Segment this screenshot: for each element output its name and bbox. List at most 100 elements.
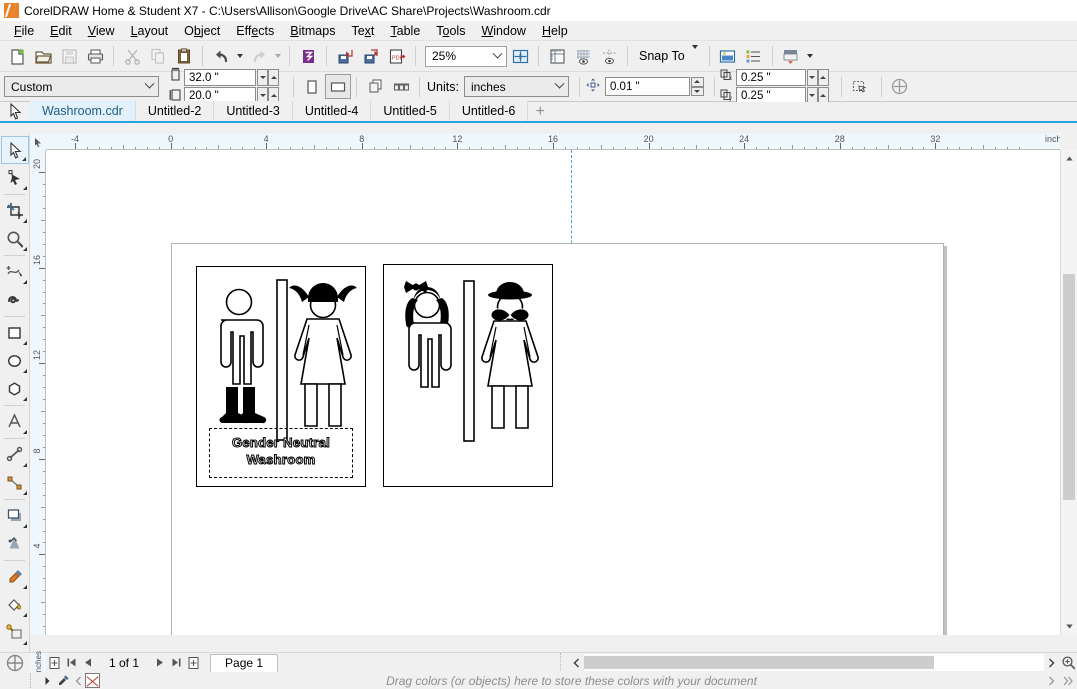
- tool-text[interactable]: [1, 408, 29, 436]
- nudge-down[interactable]: [690, 86, 704, 96]
- menu-view[interactable]: View: [80, 22, 123, 40]
- vertical-scroll-thumb[interactable]: [1063, 274, 1075, 500]
- nudge-distance-field[interactable]: 0.01 ": [604, 77, 690, 96]
- sign-right[interactable]: [383, 264, 553, 487]
- options-button[interactable]: [778, 44, 804, 69]
- previous-page-button[interactable]: [80, 654, 97, 672]
- menu-file[interactable]: File: [6, 22, 42, 40]
- menu-tools[interactable]: Tools: [428, 22, 473, 40]
- next-page-button[interactable]: [151, 654, 168, 672]
- page-width-field[interactable]: 32.0 ": [184, 69, 256, 86]
- rulers-toggle-button[interactable]: [544, 44, 570, 69]
- doc-tab-untitled-2[interactable]: Untitled-2: [135, 101, 215, 121]
- tool-shape[interactable]: [1, 164, 29, 192]
- nudge-up[interactable]: [690, 77, 704, 87]
- page-tab-page-1[interactable]: Page 1: [210, 653, 279, 672]
- tool-smart-fill[interactable]: [1, 286, 29, 314]
- hscroll-grip[interactable]: [560, 652, 567, 673]
- zoom-level-combobox[interactable]: 25%: [425, 45, 507, 67]
- last-page-button[interactable]: [168, 654, 185, 672]
- doc-tab-washroom[interactable]: Washroom.cdr: [30, 101, 136, 121]
- menu-object[interactable]: Object: [176, 22, 228, 40]
- menu-layout[interactable]: Layout: [123, 22, 177, 40]
- vertical-scrollbar[interactable]: [1060, 150, 1077, 635]
- horizontal-ruler[interactable]: -4 0 4 8 12 16 20 24 28 32 inches: [30, 134, 1060, 150]
- treat-as-filled-button[interactable]: [847, 74, 873, 99]
- tool-transparency[interactable]: [1, 530, 29, 558]
- duplicate-x-up[interactable]: [817, 69, 829, 86]
- open-document-button[interactable]: [30, 44, 56, 69]
- new-document-tab-button[interactable]: +: [528, 103, 552, 121]
- ruler-origin-button[interactable]: [30, 134, 46, 150]
- grid-toggle-button[interactable]: [570, 44, 596, 69]
- landscape-orientation-button[interactable]: [325, 74, 351, 99]
- tool-connector[interactable]: [1, 469, 29, 497]
- scroll-up-button[interactable]: [1061, 150, 1077, 167]
- add-page-end-button[interactable]: [185, 654, 202, 672]
- nudge-spinner[interactable]: [690, 77, 704, 96]
- page-preset-combobox[interactable]: Custom: [4, 76, 159, 97]
- page-width-down[interactable]: [257, 69, 268, 86]
- save-document-button[interactable]: [56, 44, 82, 69]
- palette-expand-icon[interactable]: [1059, 676, 1077, 686]
- scroll-right-button[interactable]: [1044, 657, 1059, 668]
- doc-tab-untitled-5[interactable]: Untitled-5: [371, 101, 450, 121]
- tool-color-eyedropper[interactable]: [1, 563, 29, 591]
- view-manager-button[interactable]: [715, 44, 741, 69]
- duplicate-x-down[interactable]: [806, 69, 818, 86]
- tool-rectangle[interactable]: [1, 319, 29, 347]
- text-selection-box[interactable]: Gender Neutral Washroom: [209, 428, 353, 478]
- doc-tab-untitled-6[interactable]: Untitled-6: [449, 101, 529, 121]
- copy-button[interactable]: [145, 44, 171, 69]
- object-manager-button[interactable]: [741, 44, 767, 69]
- no-fill-swatch[interactable]: [85, 673, 100, 688]
- tool-crop[interactable]: [1, 197, 29, 225]
- tool-zoom[interactable]: [1, 225, 29, 253]
- zoom-to-fit-button[interactable]: [1059, 655, 1077, 670]
- tool-outline[interactable]: [1, 619, 29, 647]
- export-button[interactable]: [358, 44, 384, 69]
- app-launcher-icon[interactable]: [0, 654, 30, 672]
- page-width-up[interactable]: [268, 69, 279, 86]
- redo-dropdown[interactable]: [272, 44, 284, 69]
- tool-polygon[interactable]: [1, 375, 29, 403]
- new-document-button[interactable]: [4, 44, 30, 69]
- tool-drop-shadow[interactable]: [1, 502, 29, 530]
- scroll-left-button[interactable]: [569, 657, 584, 668]
- tool-dimension[interactable]: [1, 441, 29, 469]
- tool-pick[interactable]: [0, 136, 29, 164]
- menu-window[interactable]: Window: [473, 22, 533, 40]
- current-page-button[interactable]: [388, 74, 414, 99]
- paste-button[interactable]: [171, 44, 197, 69]
- doc-tab-untitled-4[interactable]: Untitled-4: [292, 101, 372, 121]
- tool-freehand[interactable]: [1, 258, 29, 286]
- options-dropdown[interactable]: [804, 44, 816, 69]
- menu-edit[interactable]: Edit: [42, 22, 80, 40]
- redo-button[interactable]: [246, 44, 272, 69]
- print-button[interactable]: [82, 44, 108, 69]
- document-page[interactable]: Gender Neutral Washroom: [171, 243, 944, 635]
- vertical-ruler[interactable]: 20 16 12 8 4: [30, 150, 46, 635]
- palette-grip[interactable]: [30, 673, 38, 688]
- first-page-button[interactable]: [63, 654, 80, 672]
- doc-tab-untitled-3[interactable]: Untitled-3: [214, 101, 293, 121]
- tool-ellipse[interactable]: [1, 347, 29, 375]
- cut-button[interactable]: [119, 44, 145, 69]
- undo-button[interactable]: [208, 44, 234, 69]
- menu-help[interactable]: Help: [534, 22, 576, 40]
- all-pages-button[interactable]: [362, 74, 388, 99]
- horizontal-scroll-thumb[interactable]: [584, 656, 934, 669]
- palette-scroll-left-icon[interactable]: [72, 676, 85, 686]
- chevron-down-icon[interactable]: [141, 77, 158, 96]
- duplicate-x-field[interactable]: 0.25 ": [735, 69, 806, 86]
- undo-dropdown[interactable]: [234, 44, 246, 69]
- chevron-down-icon[interactable]: [551, 77, 568, 96]
- menu-effects[interactable]: Effects: [228, 22, 282, 40]
- menu-table[interactable]: Table: [382, 22, 428, 40]
- sign-left[interactable]: Gender Neutral Washroom: [196, 266, 366, 487]
- full-screen-preview-button[interactable]: [507, 44, 533, 69]
- publish-pdf-button[interactable]: PDF: [384, 44, 410, 69]
- palette-eyedropper-icon[interactable]: [54, 674, 72, 688]
- menu-text[interactable]: Text: [343, 22, 382, 40]
- portrait-orientation-button[interactable]: [299, 74, 325, 99]
